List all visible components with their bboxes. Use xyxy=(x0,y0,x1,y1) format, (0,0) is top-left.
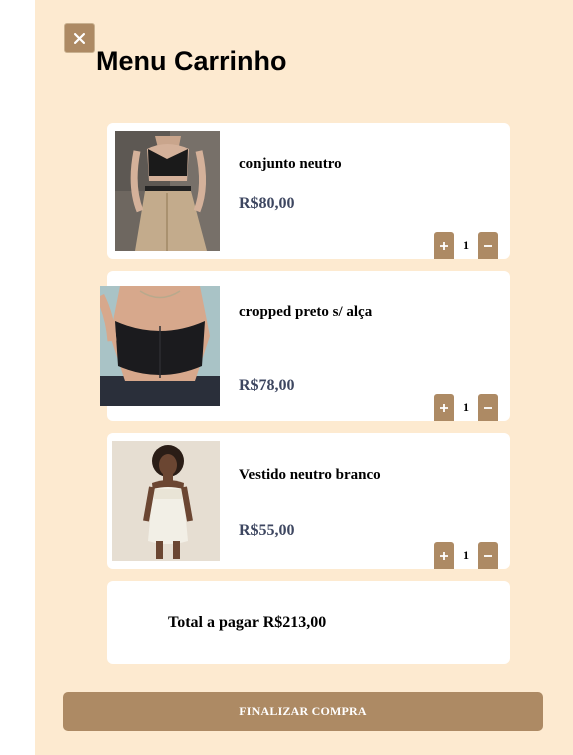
item-name: Vestido neutro branco xyxy=(239,467,381,483)
cart-item: cropped preto s/ alça R$78,00 1 xyxy=(100,271,510,421)
item-name: conjunto neutro xyxy=(239,156,342,172)
decrease-button[interactable] xyxy=(478,542,498,569)
total-card: Total a pagar R$213,00 xyxy=(107,581,510,664)
item-price: R$55,00 xyxy=(239,522,295,539)
total-amount: Total a pagar R$213,00 xyxy=(168,614,327,631)
minus-icon xyxy=(484,244,492,247)
quantity-stepper: 1 xyxy=(434,542,498,569)
increase-button[interactable] xyxy=(434,394,454,421)
checkout-button[interactable]: FINALIZAR COMPRA xyxy=(63,692,543,731)
page-title: Menu Carrinho xyxy=(96,46,287,76)
item-name: cropped preto s/ alça xyxy=(239,304,373,320)
quantity-stepper: 1 xyxy=(434,394,498,421)
cart-item: conjunto neutro R$80,00 1 xyxy=(107,123,510,259)
close-icon xyxy=(74,32,85,44)
quantity-value: 1 xyxy=(463,238,469,252)
plus-icon xyxy=(440,403,448,412)
decrease-button[interactable] xyxy=(478,394,498,421)
product-image xyxy=(115,131,220,251)
plus-icon xyxy=(440,241,448,250)
close-button[interactable] xyxy=(64,23,95,53)
product-image xyxy=(112,441,220,561)
increase-button[interactable] xyxy=(434,542,454,569)
plus-icon xyxy=(440,551,448,560)
cart-item: Vestido neutro branco R$55,00 1 xyxy=(107,433,510,569)
quantity-value: 1 xyxy=(463,400,469,414)
increase-button[interactable] xyxy=(434,232,454,259)
item-price: R$78,00 xyxy=(239,377,295,394)
item-price: R$80,00 xyxy=(239,195,295,212)
minus-icon xyxy=(484,406,492,409)
quantity-stepper: 1 xyxy=(434,232,498,259)
quantity-value: 1 xyxy=(463,548,469,562)
minus-icon xyxy=(484,554,492,557)
decrease-button[interactable] xyxy=(478,232,498,259)
product-image xyxy=(100,286,220,406)
